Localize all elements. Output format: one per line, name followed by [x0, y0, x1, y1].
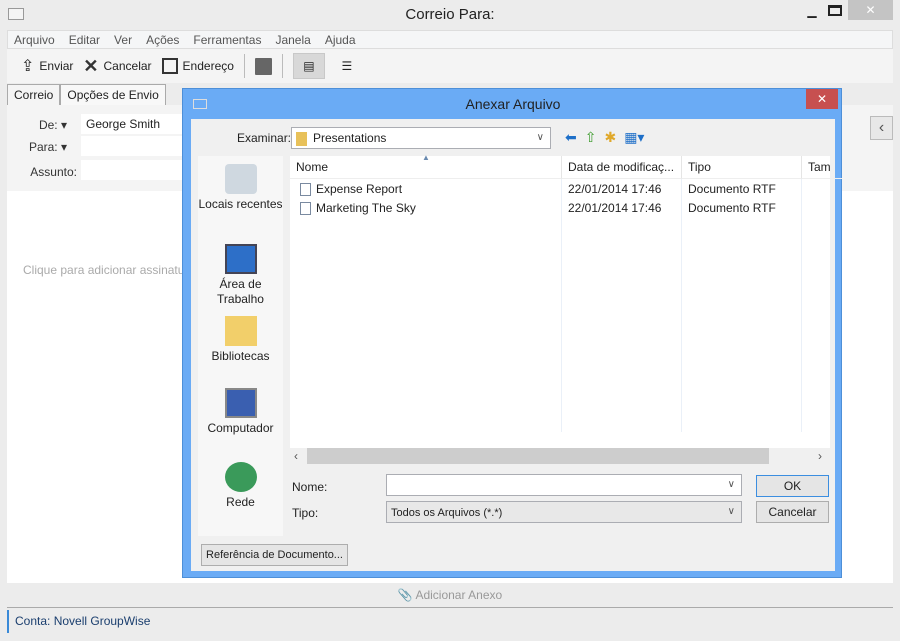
- look-in-label: Examinar:: [237, 131, 292, 145]
- up-folder-icon[interactable]: ⇧: [585, 129, 597, 146]
- cancel-button[interactable]: ✕ Cancelar: [83, 56, 151, 77]
- view-menu-icon[interactable]: ▦▾: [624, 129, 644, 146]
- cancel-dialog-button[interactable]: Cancelar: [756, 501, 829, 523]
- place-computer[interactable]: Computador: [198, 388, 283, 436]
- place-recent[interactable]: Locais recentes: [198, 164, 283, 212]
- column-header-date[interactable]: Data de modificaç...: [562, 156, 682, 179]
- document-reference-button[interactable]: Referência de Documento...: [201, 544, 348, 566]
- attach-file-dialog: Anexar Arquivo ✕ Examinar: Presentations…: [182, 88, 842, 578]
- column-header-name[interactable]: Nome: [290, 156, 562, 179]
- menu-bar: Arquivo Editar Ver Ações Ferramentas Jan…: [7, 30, 893, 49]
- tab-bar: Correio Opções de Envio: [7, 84, 166, 106]
- scroll-left-icon[interactable]: ‹: [294, 449, 298, 463]
- file-list[interactable]: ▲ Nome Data de modificaç... Tipo Tam Exp…: [290, 153, 842, 464]
- back-icon[interactable]: ⬅: [565, 129, 577, 146]
- recent-places-icon: [224, 164, 257, 194]
- to-label[interactable]: Para: ▾: [7, 140, 67, 154]
- filetype-dropdown[interactable]: Todos os Arquivos (*.*) ∨: [386, 501, 742, 523]
- collapse-panel-button[interactable]: ‹: [870, 116, 893, 140]
- address-book-button[interactable]: Endereço: [161, 58, 234, 74]
- rtf-file-icon: [300, 183, 311, 196]
- signature-placeholder[interactable]: Clique para adicionar assinatura: [23, 263, 195, 277]
- computer-icon: [224, 388, 257, 418]
- horizontal-scrollbar[interactable]: ‹ ›: [290, 448, 830, 464]
- minimize-button[interactable]: ▁: [800, 4, 824, 24]
- rtf-file-icon: [300, 202, 311, 215]
- dialog-title: Anexar Arquivo: [465, 96, 561, 112]
- menu-ferramentas[interactable]: Ferramentas: [193, 31, 261, 48]
- tab-correio[interactable]: Correio: [7, 84, 61, 106]
- menu-editar[interactable]: Editar: [69, 31, 100, 48]
- send-button[interactable]: ⇪ Enviar: [21, 56, 73, 76]
- libraries-icon: [224, 316, 257, 346]
- tab-opcoes-envio[interactable]: Opções de Envio: [60, 84, 166, 106]
- maximize-button[interactable]: [828, 5, 842, 16]
- menu-acoes[interactable]: Ações: [146, 31, 179, 48]
- look-in-dropdown[interactable]: Presentations ∨: [291, 127, 551, 149]
- x-icon: ✕: [83, 55, 99, 76]
- menu-arquivo[interactable]: Arquivo: [14, 31, 55, 48]
- menu-janela[interactable]: Janela: [275, 31, 310, 48]
- column-header-type[interactable]: Tipo: [682, 156, 802, 179]
- place-libraries[interactable]: Bibliotecas: [198, 316, 283, 364]
- place-network[interactable]: Rede: [198, 462, 283, 510]
- ok-button[interactable]: OK: [756, 475, 829, 497]
- folder-icon: [296, 131, 307, 146]
- view-format-button-2[interactable]: ☰: [335, 59, 359, 73]
- file-row[interactable]: Marketing The Sky 22/01/2014 17:46 Documen…: [290, 199, 830, 218]
- save-button[interactable]: [254, 57, 272, 75]
- paperclip-icon: 📎: [397, 588, 413, 602]
- place-desktop[interactable]: Área de Trabalho: [198, 244, 283, 307]
- menu-ajuda[interactable]: Ajuda: [325, 31, 356, 48]
- close-button[interactable]: ✕: [848, 0, 893, 20]
- network-icon: [224, 462, 257, 492]
- menu-ver[interactable]: Ver: [114, 31, 132, 48]
- column-header-size[interactable]: Tam: [802, 156, 842, 179]
- filename-label: Nome:: [292, 480, 328, 494]
- subject-label: Assunto:: [30, 165, 77, 179]
- view-format-button-1[interactable]: ▤: [292, 53, 325, 79]
- scrollbar-thumb[interactable]: [307, 448, 769, 464]
- divider: [281, 54, 283, 78]
- toolbar: ⇪ Enviar ✕ Cancelar Endereço ▤ ☰: [7, 49, 893, 83]
- from-label[interactable]: De: ▾: [7, 118, 67, 132]
- filename-input[interactable]: ∨: [386, 474, 742, 496]
- filetype-label: Tipo:: [292, 506, 319, 520]
- new-folder-icon[interactable]: ✱: [604, 129, 616, 146]
- divider: [243, 54, 245, 78]
- window-title: Correio Para:: [405, 6, 495, 23]
- places-bar: Locais recentes Área de Trabalho Bibliot…: [198, 156, 283, 536]
- address-book-icon: [161, 58, 178, 74]
- add-attachment-button[interactable]: 📎 Adicionar Anexo: [7, 583, 893, 608]
- file-row[interactable]: Expense Report 22/01/2014 17:46 Documento …: [290, 180, 830, 199]
- scroll-right-icon[interactable]: ›: [818, 449, 822, 463]
- status-bar: Conta: Novell GroupWise: [7, 610, 893, 633]
- send-icon: ⇪: [21, 58, 35, 75]
- dialog-close-button[interactable]: ✕: [806, 89, 838, 109]
- desktop-icon: [224, 244, 257, 274]
